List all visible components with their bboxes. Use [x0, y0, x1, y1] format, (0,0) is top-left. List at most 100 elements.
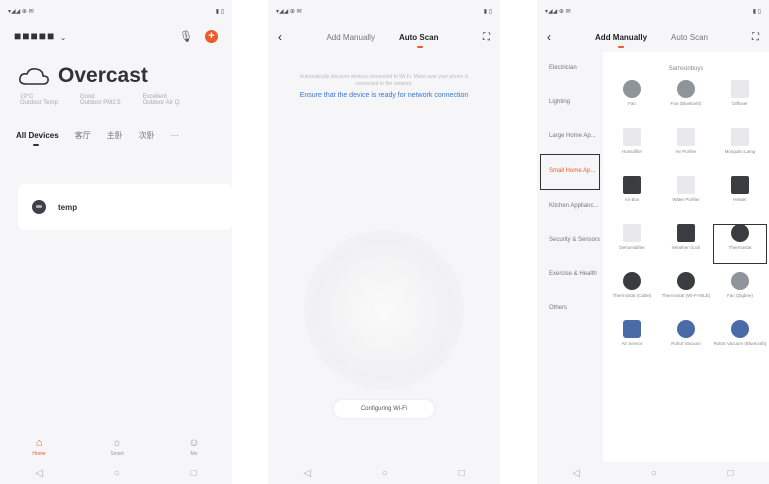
tab-smart[interactable]: ☼ Smart	[110, 437, 123, 457]
microphone-icon[interactable]: 🎙︎	[179, 30, 193, 43]
scan-radar	[304, 230, 464, 390]
weather-condition: Overcast	[58, 64, 148, 87]
tab-all-devices[interactable]: All Devices	[16, 131, 59, 146]
tab-add-manually[interactable]: Add Manually	[595, 33, 647, 48]
cloud-icon	[19, 68, 49, 85]
system-nav-bar: ◁ ○ □	[0, 462, 232, 484]
tab-room-1[interactable]: 客厅	[75, 130, 91, 141]
device-type-item[interactable]: Robot Vacuum	[659, 320, 713, 360]
home-screen: ▾◢◢ ⊕ ✉ ▮ ▯ ■■■■■ ⌄ 🎙︎ + Overcast 19°C Out…	[0, 0, 232, 484]
device-type-item[interactable]: Robot Vacuum (Bluetooth)	[713, 320, 767, 360]
recents-nav-icon[interactable]: □	[191, 468, 197, 479]
lamp-icon	[731, 128, 749, 146]
user-icon: ☺	[188, 437, 200, 449]
device-type-item[interactable]: Air Sensor	[605, 320, 659, 360]
robot-vacuum-icon	[677, 320, 695, 338]
thermostat-icon	[623, 272, 641, 290]
dehumidifier-icon	[623, 224, 641, 242]
add-manually-screen: ▾◢◢ ⊕ ✉ ▮ ▯ ‹ Add Manually Auto Scan ⛶ El…	[537, 0, 769, 484]
status-bar: ▾◢◢ ⊕ ✉ ▮ ▯	[545, 8, 761, 15]
recents-nav-icon[interactable]: □	[459, 468, 465, 479]
back-icon[interactable]: ‹	[278, 30, 282, 44]
fan-icon	[677, 80, 695, 98]
thermostat-icon	[677, 272, 695, 290]
system-nav-bar: ◁ ○ □	[537, 462, 769, 484]
tab-auto-scan[interactable]: Auto Scan	[671, 33, 708, 42]
more-icon[interactable]: ···	[171, 131, 179, 140]
device-type-item[interactable]: Air Box	[605, 176, 659, 216]
back-nav-icon[interactable]: ◁	[35, 468, 43, 479]
clock-icon	[677, 224, 695, 242]
metric-temp: 19°C Outdoor Temp	[20, 94, 58, 106]
device-type-item[interactable]: Mosquito Lamp	[713, 128, 767, 168]
category-item[interactable]: Security & Sensors	[537, 224, 603, 258]
robot-vacuum-icon	[731, 320, 749, 338]
scan-qr-icon[interactable]: ⛶	[483, 32, 490, 43]
device-type-item[interactable]: Weather clock	[659, 224, 713, 264]
device-type-item[interactable]: Fan (Bluetooth)	[659, 80, 713, 120]
home-nav-icon[interactable]: ○	[114, 468, 120, 479]
tab-auto-scan[interactable]: Auto Scan	[399, 33, 439, 48]
ensure-ready-link[interactable]: Ensure that the device is ready for netw…	[268, 87, 500, 100]
section-title: Samsonbuys	[668, 66, 704, 72]
device-type-item[interactable]: Fan	[605, 80, 659, 120]
device-type-item[interactable]: Fan (Zigbee)	[713, 272, 767, 312]
home-nav-icon[interactable]: ○	[382, 468, 388, 479]
status-bar: ▾◢◢ ⊕ ✉ ▮ ▯	[8, 8, 224, 15]
device-type-item[interactable]: Thermostat (Wi-Fi+BLE)	[659, 272, 713, 312]
thermostat-icon	[731, 224, 749, 242]
device-type-item[interactable]: Diffuser	[713, 80, 767, 120]
back-icon[interactable]: ‹	[547, 30, 551, 44]
category-item[interactable]: Electrician	[537, 52, 603, 86]
device-card[interactable]: temp	[18, 184, 232, 230]
scan-qr-icon[interactable]: ⛶	[752, 32, 759, 43]
device-type-item[interactable]: Air Purifier	[659, 128, 713, 168]
system-nav-bar: ◁ ○ □	[268, 462, 500, 484]
chevron-down-icon: ⌄	[59, 33, 67, 42]
category-item[interactable]: Exercise & Health	[537, 258, 603, 292]
back-nav-icon[interactable]: ◁	[303, 468, 311, 479]
water-purifier-icon	[677, 176, 695, 194]
home-selector[interactable]: ■■■■■ ⌄	[14, 27, 66, 45]
configuring-wifi-button[interactable]: Configuring Wi-Fi	[334, 400, 434, 418]
device-type-item[interactable]: Dehumidifier	[605, 224, 659, 264]
recents-nav-icon[interactable]: □	[728, 468, 734, 479]
category-item[interactable]: Others	[537, 292, 603, 326]
room-tabs: All Devices 客厅 主卧 次卧 ···	[0, 108, 232, 146]
device-type-grid: Fan Fan (Bluetooth) Diffuser Humidifier …	[603, 80, 769, 360]
category-item[interactable]: Kitchen Applianc...	[537, 190, 603, 224]
sensor-icon	[623, 320, 641, 338]
tab-home[interactable]: ⌂ Home	[32, 437, 45, 457]
category-item-selected[interactable]: Small Home Ap...	[540, 154, 600, 190]
device-type-item[interactable]: Humidifier	[605, 128, 659, 168]
category-item[interactable]: Large Home Ap...	[537, 120, 603, 154]
device-type-panel: Samsonbuys Fan Fan (Bluetooth) Diffuser …	[603, 52, 769, 462]
device-type-item-selected[interactable]: Thermostat	[713, 224, 767, 264]
bottom-tab-bar: ⌂ Home ☼ Smart ☺ Me	[0, 432, 232, 462]
device-type-item[interactable]: Heater	[713, 176, 767, 216]
air-box-icon	[623, 176, 641, 194]
fan-icon	[731, 272, 749, 290]
home-header: ■■■■■ ⌄ 🎙︎ +	[0, 22, 232, 50]
diffuser-icon	[731, 80, 749, 98]
metric-air: Excellent Outdoor Air Q.	[142, 94, 181, 106]
tab-room-2[interactable]: 主卧	[107, 130, 123, 141]
weather-panel: Overcast	[0, 50, 232, 92]
add-device-header: ‹ Add Manually Auto Scan ⛶	[537, 22, 769, 52]
add-device-button[interactable]: +	[205, 29, 218, 43]
device-type-item[interactable]: Water Purifier	[659, 176, 713, 216]
home-nav-icon[interactable]: ○	[651, 468, 657, 479]
heater-icon	[731, 176, 749, 194]
device-type-item[interactable]: Thermostat (Cable)	[605, 272, 659, 312]
tab-room-3[interactable]: 次卧	[139, 130, 155, 141]
tab-add-manually[interactable]: Add Manually	[326, 33, 374, 42]
tab-me[interactable]: ☺ Me	[188, 437, 199, 457]
auto-scan-screen: ▾◢◢ ⊕ ✉ ▮ ▯ ‹ Add Manually Auto Scan ⛶ Au…	[268, 0, 500, 484]
home-name: ■■■■■	[14, 29, 56, 43]
category-item[interactable]: Lighting	[537, 86, 603, 120]
humidifier-icon	[623, 128, 641, 146]
sun-icon: ☼	[112, 437, 123, 449]
air-purifier-icon	[677, 128, 695, 146]
add-device-header: ‹ Add Manually Auto Scan ⛶	[268, 22, 500, 52]
back-nav-icon[interactable]: ◁	[572, 468, 580, 479]
